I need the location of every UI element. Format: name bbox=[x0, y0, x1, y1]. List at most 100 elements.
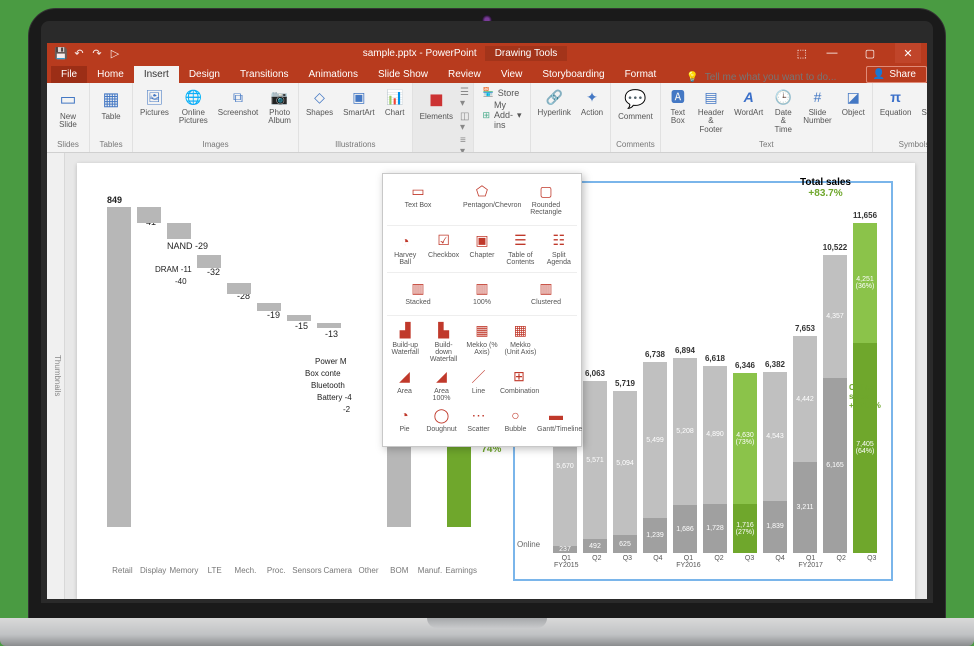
sb-x-tick: Q4 bbox=[643, 555, 674, 579]
my-addins-button[interactable]: ⊞My Add-ins ▾ bbox=[482, 100, 521, 130]
elem-mekko-unit-axis-[interactable]: ▦Mekko (Unit Axis) bbox=[502, 320, 538, 366]
header-footer-button[interactable]: ▤Header & Footer bbox=[695, 85, 727, 136]
date-time-button[interactable]: 🕒Date & Time bbox=[770, 85, 796, 136]
tab-animations[interactable]: Animations bbox=[299, 66, 368, 83]
elements-opt3-icon[interactable]: ≡ ▾ bbox=[460, 135, 469, 153]
screenshot-button[interactable]: ⧉Screenshot bbox=[215, 85, 261, 119]
elem-text-box[interactable]: ▭Text Box bbox=[403, 180, 434, 219]
start-slideshow-icon[interactable]: ▷ bbox=[109, 47, 121, 59]
store-button[interactable]: 🏪Store bbox=[482, 87, 521, 98]
tell-me-input[interactable] bbox=[705, 72, 855, 83]
tab-storyboarding[interactable]: Storyboarding bbox=[532, 66, 614, 83]
elem-chapter[interactable]: ▣Chapter bbox=[464, 230, 500, 269]
tab-slideshow[interactable]: Slide Show bbox=[368, 66, 438, 83]
online-pictures-button[interactable]: 🌐Online Pictures bbox=[176, 85, 211, 128]
elem-pentagon-chevron[interactable]: ⬠Pentagon/Chevron bbox=[461, 180, 503, 219]
elem-gantt-timeline[interactable]: ▬Gantt/Timeline bbox=[535, 404, 577, 435]
ribbon-group-symbols: πEquation ΩSymbol Symbols bbox=[873, 83, 927, 152]
chart-button[interactable]: 📊Chart bbox=[382, 85, 408, 119]
tab-format[interactable]: Format bbox=[615, 66, 667, 83]
elem-bubble[interactable]: ○Bubble bbox=[498, 404, 533, 435]
group-label-comments: Comments bbox=[615, 139, 656, 150]
elem-area[interactable]: ◢Area bbox=[387, 366, 422, 405]
equation-button[interactable]: πEquation bbox=[877, 85, 915, 119]
elem-clustered[interactable]: ▥Clustered bbox=[529, 277, 563, 308]
maximize-button[interactable]: ▢ bbox=[857, 43, 883, 63]
share-button[interactable]: 👤Share bbox=[866, 66, 927, 83]
elem-line[interactable]: ／Line bbox=[461, 366, 496, 405]
sb-x-axis: Q1FY2015Q2Q3Q4Q1FY2016Q2Q3Q4Q1FY2017Q2Q3 bbox=[551, 555, 887, 579]
sb-total-label: 5,719 bbox=[613, 377, 637, 391]
wf-lbl-40: -40 bbox=[175, 277, 187, 286]
date-time-icon: 🕒 bbox=[773, 87, 793, 107]
elem-area-100-[interactable]: ◢Area 100% bbox=[424, 366, 459, 405]
elements-opt1-icon[interactable]: ☰ ▾ bbox=[460, 87, 469, 109]
elem-combination[interactable]: ⊞Combination bbox=[498, 366, 540, 405]
elem-icon: ▥ bbox=[534, 279, 558, 297]
elem-scatter[interactable]: ⋯Scatter bbox=[461, 404, 496, 435]
wf-lbl-box: Box conte bbox=[305, 369, 341, 378]
minimize-button[interactable]: — bbox=[819, 43, 845, 63]
action-button[interactable]: ✦Action bbox=[578, 85, 606, 119]
wordart-button[interactable]: AWordArt bbox=[731, 85, 766, 119]
tab-home[interactable]: Home bbox=[87, 66, 134, 83]
thumbnails-pane[interactable]: Thumbnails bbox=[47, 153, 65, 599]
elem-icon: ☑ bbox=[432, 232, 456, 250]
textbox-icon: 🅰 bbox=[668, 87, 688, 107]
tab-design[interactable]: Design bbox=[179, 66, 230, 83]
photo-album-button[interactable]: 📷Photo Album bbox=[265, 85, 294, 128]
elem-stacked[interactable]: ▥Stacked bbox=[403, 277, 432, 308]
smartart-button[interactable]: ▣SmartArt bbox=[340, 85, 378, 119]
ribbon-group-images: 🖼Pictures 🌐Online Pictures ⧉Screenshot 📷… bbox=[133, 83, 299, 152]
elem-checkbox[interactable]: ☑Checkbox bbox=[425, 230, 461, 269]
elem-label: Gantt/Timeline bbox=[537, 426, 575, 433]
elem-mekko-axis-[interactable]: ▦Mekko (% Axis) bbox=[464, 320, 500, 366]
new-slide-icon: ▭ bbox=[54, 87, 82, 111]
tab-transitions[interactable]: Transitions bbox=[230, 66, 299, 83]
elem-build-up-waterfall[interactable]: ▟Build-up Waterfall bbox=[387, 320, 423, 366]
tell-me-search[interactable]: 💡 bbox=[666, 72, 866, 83]
group-label-images: Images bbox=[137, 139, 294, 150]
elem-icon: ⬠ bbox=[470, 182, 494, 200]
textbox-button[interactable]: 🅰Text Box bbox=[665, 85, 691, 128]
redo-icon[interactable]: ↷ bbox=[91, 47, 103, 59]
elements-opt2-icon[interactable]: ◫ ▾ bbox=[460, 111, 469, 133]
tab-file[interactable]: File bbox=[51, 66, 87, 83]
elem-pie[interactable]: ◔Pie bbox=[387, 404, 422, 435]
tab-review[interactable]: Review bbox=[438, 66, 491, 83]
close-button[interactable]: ✕ bbox=[895, 43, 921, 63]
new-slide-button[interactable]: ▭New Slide bbox=[51, 85, 85, 132]
sb-total-label: 6,738 bbox=[643, 348, 667, 362]
elem-100-[interactable]: ▥100% bbox=[468, 277, 496, 308]
tab-insert[interactable]: Insert bbox=[134, 66, 179, 83]
tab-view[interactable]: View bbox=[491, 66, 533, 83]
wf-axis-tick: Manuf. bbox=[415, 566, 446, 575]
slide-number-icon: # bbox=[807, 87, 827, 107]
shapes-button[interactable]: ◇Shapes bbox=[303, 85, 336, 119]
share-label: Share bbox=[889, 69, 916, 80]
save-icon[interactable]: 💾 bbox=[55, 47, 67, 59]
elem-table-of-contents[interactable]: ☰Table of Contents bbox=[502, 230, 538, 269]
object-button[interactable]: ◪Object bbox=[839, 85, 868, 119]
elem-harvey-ball[interactable]: ◔Harvey Ball bbox=[387, 230, 423, 269]
elements-label: Elements bbox=[420, 113, 453, 121]
table-button[interactable]: ▦Table bbox=[94, 85, 128, 123]
comment-button[interactable]: 💬Comment bbox=[615, 85, 656, 123]
hyperlink-button[interactable]: 🔗Hyperlink bbox=[535, 85, 574, 119]
elem-label: Bubble bbox=[505, 426, 527, 433]
elem-doughnut[interactable]: ◯Doughnut bbox=[424, 404, 459, 435]
wf-bar-camera bbox=[317, 323, 341, 328]
elem-build-down-waterfall[interactable]: ▙Build-down Waterfall bbox=[425, 320, 461, 366]
undo-icon[interactable]: ↶ bbox=[73, 47, 85, 59]
wordart-icon: A bbox=[739, 87, 759, 107]
sb-seg-online: 7,405 (64%) bbox=[853, 343, 877, 553]
symbol-button[interactable]: ΩSymbol bbox=[918, 85, 927, 119]
ribbon-options-icon[interactable]: ⬚ bbox=[797, 47, 807, 60]
elements-button[interactable]: ◼Elements bbox=[417, 85, 456, 123]
pictures-button[interactable]: 🖼Pictures bbox=[137, 85, 172, 119]
elem-rounded-rectangle[interactable]: ▢Rounded Rectangle bbox=[525, 180, 567, 219]
elem-split-agenda[interactable]: ☷Split Agenda bbox=[541, 230, 577, 269]
sb-column: 1,716 (27%)4,630 (73%)6,346 bbox=[733, 359, 757, 553]
sb-seg-offline: 4,357 bbox=[823, 255, 847, 378]
slide-number-button[interactable]: #Slide Number bbox=[800, 85, 834, 128]
